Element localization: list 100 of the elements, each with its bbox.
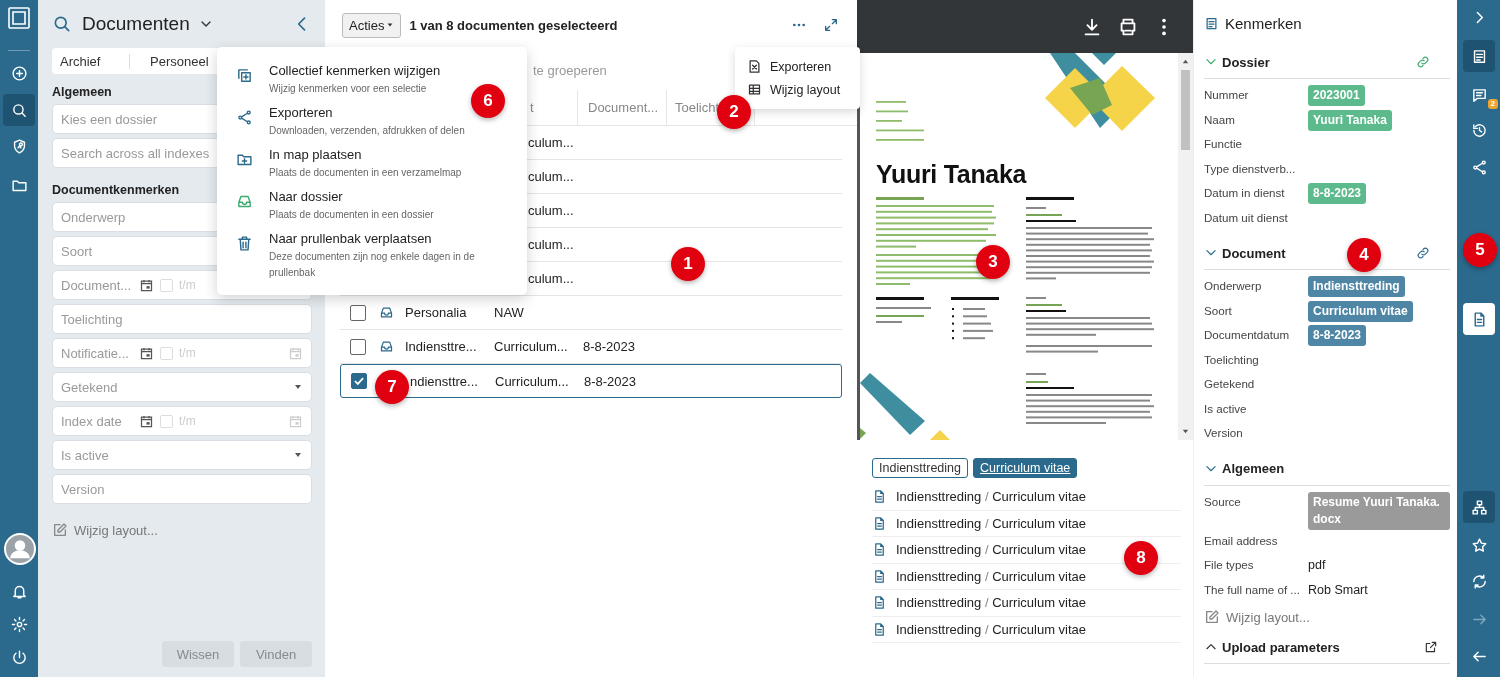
- calendar-icon[interactable]: [139, 277, 154, 293]
- table-cell-text: Indiensttre...: [405, 339, 478, 354]
- document-icon: [872, 489, 887, 505]
- list-icon: [1204, 15, 1219, 31]
- list-button[interactable]: [1463, 40, 1495, 72]
- comment-icon: [1470, 86, 1488, 104]
- panel-title[interactable]: Documenten: [82, 13, 190, 35]
- file-link[interactable]: Indiensttreding / Curriculum vitae: [896, 542, 1087, 558]
- property-label: Toelichting: [1204, 351, 1260, 366]
- edit-layout-link[interactable]: Wijzig layout...: [1226, 609, 1310, 625]
- hierarchy-icon: [1470, 498, 1488, 516]
- tab[interactable]: Archief: [52, 53, 129, 69]
- menu-item[interactable]: Exporteren: [735, 55, 860, 78]
- tag[interactable]: Indiensttreding: [872, 458, 968, 478]
- sync-icon: [1470, 572, 1488, 590]
- power-icon: [10, 648, 28, 666]
- property-label: Naam: [1204, 111, 1236, 126]
- table-cell-text: NAW: [494, 305, 525, 320]
- spreadsheet-icon: [747, 59, 762, 74]
- star-icon: [1470, 536, 1488, 554]
- property-value: Indiensttreding: [1308, 276, 1405, 297]
- caret-icon: [386, 21, 395, 29]
- file-link[interactable]: Indiensttreding / Curriculum vitae: [896, 515, 1087, 531]
- copy-plus-icon: [236, 67, 253, 84]
- share-icon: [1470, 158, 1488, 176]
- edit-icon[interactable]: [1204, 609, 1220, 625]
- inbox-icon: [379, 305, 394, 320]
- count-badge: 2: [1487, 99, 1498, 109]
- section-title[interactable]: Document: [1222, 245, 1286, 261]
- property-value: 8-8-2023: [1308, 325, 1367, 346]
- calendar-icon[interactable]: [139, 345, 154, 361]
- inbox-icon: [236, 193, 253, 210]
- table-cell-text: Curriculum...: [494, 339, 569, 354]
- property-label: Nummer: [1204, 87, 1250, 101]
- search-button[interactable]: [3, 94, 35, 126]
- table-cell: culum...: [528, 237, 574, 252]
- scrollbar[interactable]: [1178, 53, 1193, 440]
- table-cell-text: ndiensttre...: [410, 373, 479, 389]
- link-icon[interactable]: [1416, 55, 1430, 69]
- scroll-down-icon[interactable]: [1181, 427, 1190, 436]
- property-value: pdf: [1308, 557, 1326, 572]
- document-icon: [872, 568, 887, 584]
- share-icon: [236, 109, 253, 126]
- property-value: Yuuri Tanaka: [1308, 109, 1392, 131]
- checkbox[interactable]: [351, 373, 367, 389]
- hierarchy-button[interactable]: [1463, 491, 1495, 523]
- file-link[interactable]: Indiensttreding / Curriculum vitae: [896, 621, 1087, 637]
- checkbox[interactable]: [350, 304, 366, 321]
- property-label: Datum in dienst: [1204, 185, 1286, 199]
- section-title[interactable]: Dossier: [1222, 54, 1270, 70]
- inbox-icon: [379, 339, 394, 354]
- table-cell: 8-8-2023: [584, 373, 637, 389]
- section-title[interactable]: Algemeen: [1222, 461, 1285, 476]
- file-link[interactable]: Indiensttreding / Curriculum vitae: [896, 595, 1087, 611]
- settings-icon: [10, 615, 28, 633]
- property-label: Functie: [1204, 136, 1244, 150]
- document-icon: [872, 621, 887, 637]
- property-value: 2023001: [1308, 85, 1365, 106]
- property-label: File types: [1204, 557, 1255, 571]
- file-link[interactable]: Indiensttreding / Curriculum vitae: [896, 568, 1087, 584]
- section-title[interactable]: Upload parameters: [1222, 639, 1340, 655]
- tag[interactable]: Curriculum vitae: [973, 458, 1078, 478]
- scroll-up-icon[interactable]: [1181, 57, 1190, 66]
- table-cell: culum...: [528, 203, 574, 218]
- search-icon: [52, 14, 72, 34]
- actions-button[interactable]: Acties: [342, 12, 402, 38]
- property-value: Rob Smart: [1308, 581, 1368, 597]
- checkbox[interactable]: [350, 338, 366, 355]
- table-cell-text: Curriculum...: [495, 373, 570, 389]
- property-label: Getekend: [1204, 376, 1256, 390]
- column-header[interactable]: Document...: [578, 90, 667, 125]
- property-label: Onderwerp: [1204, 278, 1263, 292]
- menu-item[interactable]: Collectief kenmerken wijzigen Wijzig kenmerken voor een selectie: [217, 59, 455, 101]
- property-value: 8-8-2023: [1308, 183, 1367, 204]
- scroll-thumb[interactable]: [1181, 70, 1190, 150]
- logo-icon: [7, 6, 31, 30]
- table-cell: culum...: [528, 135, 574, 150]
- table-icon: [747, 82, 762, 97]
- table-cell: culum...: [528, 169, 574, 184]
- tab[interactable]: Personeel: [129, 53, 209, 69]
- expand-icon[interactable]: [823, 17, 839, 33]
- file-link[interactable]: Indiensttreding / Curriculum vitae: [896, 489, 1087, 505]
- property-label: Source: [1204, 493, 1242, 508]
- external-link-icon[interactable]: [1424, 640, 1438, 654]
- property-value: Curriculum vitae: [1308, 300, 1413, 322]
- document-button[interactable]: [1463, 303, 1495, 335]
- property-value: Resume Yuuri Tanaka.docx: [1308, 491, 1450, 530]
- document-icon: [872, 542, 887, 558]
- resume-name: Yuuri Tanaka: [876, 160, 1027, 189]
- group-hint: te groeperen: [533, 62, 607, 78]
- document-icon: [872, 515, 887, 531]
- edit-layout-link[interactable]: Wijzig layout...: [74, 522, 158, 538]
- property-label: Type dienstverb...: [1204, 160, 1297, 175]
- link-icon[interactable]: [1416, 246, 1430, 260]
- calendar-icon[interactable]: [139, 413, 154, 429]
- avatar[interactable]: [4, 533, 36, 565]
- trash-icon: [236, 235, 253, 252]
- property-label: Is active: [1204, 400, 1248, 415]
- edit-icon[interactable]: [52, 522, 68, 538]
- document-icon: [872, 595, 887, 611]
